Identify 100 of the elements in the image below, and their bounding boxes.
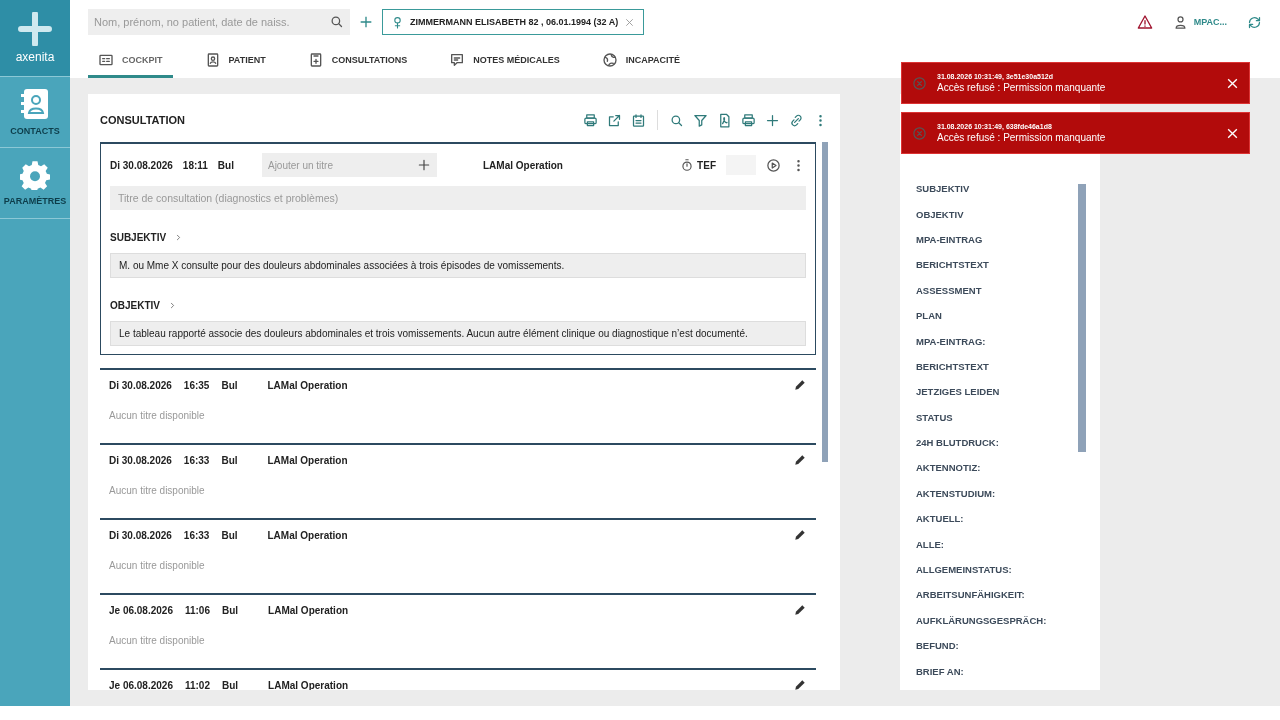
- section-heading[interactable]: OBJEKTIV: [110, 300, 160, 311]
- entry-time: 16:33: [183, 454, 210, 466]
- entry-author: Bul: [222, 604, 239, 616]
- settings-icon: [20, 160, 50, 190]
- entry-date: Je 06.08.2026: [109, 679, 173, 690]
- link-icon[interactable]: [789, 112, 804, 128]
- notification-message: Accès refusé : Permission manquante: [937, 82, 1107, 93]
- outline-item[interactable]: PLAN: [916, 302, 1078, 329]
- tab[interactable]: NOTES MÉDICALES: [439, 44, 570, 78]
- entry-date: Je 06.08.2026: [109, 604, 173, 616]
- outline-item[interactable]: ALLGEMEINSTATUS:: [916, 556, 1078, 583]
- title-field[interactable]: Ajouter un titre: [261, 153, 437, 177]
- outline-item[interactable]: STATUS: [916, 404, 1078, 430]
- outline-item[interactable]: BEFUND:: [916, 633, 1078, 659]
- outline-item[interactable]: ASSESSMENT: [916, 277, 1078, 303]
- error-icon: [912, 75, 927, 91]
- entry-author: Bul: [222, 679, 239, 690]
- stopwatch-icon: [680, 158, 695, 172]
- sidebar-item[interactable]: PARAMÈTRES: [3, 196, 67, 206]
- search-icon[interactable]: [329, 14, 344, 29]
- outline-item[interactable]: ALLE:: [916, 531, 1078, 557]
- entry-time: 18:11: [182, 159, 208, 171]
- outline-item[interactable]: BRIEF AN:: [916, 658, 1078, 684]
- entry-time: 16:33: [183, 529, 210, 541]
- outline-item[interactable]: AKTUELL:: [916, 506, 1078, 532]
- notification-message: Accès refusé : Permission manquante: [937, 132, 1107, 143]
- sidebar-item[interactable]: CONTACTS: [10, 126, 60, 136]
- tab[interactable]: CONSULTATIONS: [297, 44, 418, 78]
- entry-title: Aucun titre disponible: [109, 484, 205, 496]
- entry-author: Bul: [221, 454, 238, 466]
- close-button[interactable]: [1226, 126, 1239, 140]
- outline-item[interactable]: JETZIGES LEIDEN: [916, 379, 1078, 405]
- print-icon[interactable]: [583, 112, 598, 128]
- close-icon[interactable]: [624, 16, 636, 28]
- edit-icon[interactable]: [793, 528, 807, 542]
- tab[interactable]: COCKPIT: [88, 44, 173, 78]
- play-icon[interactable]: [766, 157, 781, 173]
- outline-item[interactable]: BERICHTSTEXT: [916, 353, 1078, 380]
- outline-item[interactable]: BERICHTSTEXT: [916, 252, 1078, 278]
- tab[interactable]: INCAPACITÉ: [591, 44, 691, 78]
- print-icon[interactable]: [741, 112, 756, 128]
- calendar-icon[interactable]: [631, 112, 646, 128]
- add-icon[interactable]: [765, 112, 780, 128]
- outline-item[interactable]: AUFKLÄRUNGSGESPRÄCH:: [916, 607, 1078, 634]
- entry-type: LAMal Operation: [482, 159, 564, 171]
- entry-title: Aucun titre disponible: [109, 559, 205, 571]
- entry-title: Aucun titre disponible: [109, 409, 205, 421]
- entry-time: 11:02: [184, 679, 210, 690]
- section-text[interactable]: Le tableau rapporté associe des douleurs abdominales et trois vomissements. Aucun autre élément clinique ou diagnostique n’est documenté.: [110, 321, 806, 346]
- tab[interactable]: PATIENT: [194, 44, 276, 78]
- pdf-icon[interactable]: [717, 112, 732, 128]
- entry-title: Aucun titre disponible: [109, 634, 205, 646]
- add-icon[interactable]: [416, 158, 431, 172]
- section-text[interactable]: M. ou Mme X consulte pour des douleurs abdominales associées à trois épisodes de vomissements.: [110, 253, 806, 278]
- edit-icon[interactable]: [793, 678, 807, 690]
- search-field[interactable]: Nom, prénom, no patient, date de naiss.: [88, 9, 350, 35]
- scrollbar-thumb[interactable]: [1078, 184, 1086, 452]
- entry-date: Di 30.08.2026: [109, 454, 172, 466]
- chevron-right-icon: [168, 301, 177, 310]
- filter-icon[interactable]: [693, 112, 708, 128]
- section-heading[interactable]: SUBJEKTIV: [110, 232, 167, 243]
- entry-date: Di 30.08.2026: [109, 529, 172, 541]
- outline-item[interactable]: MPA-EINTRAG:: [916, 328, 1078, 354]
- external-link-icon[interactable]: [607, 112, 622, 128]
- outline-item[interactable]: 24H BLUTDRUCK:: [916, 429, 1078, 456]
- close-button[interactable]: [1226, 76, 1239, 90]
- entry-author: Bul: [221, 529, 238, 541]
- outline-item[interactable]: OBJEKTIV: [916, 201, 1078, 227]
- error-icon: [912, 125, 927, 141]
- scrollbar-thumb[interactable]: [822, 142, 828, 462]
- warning-icon[interactable]: [1136, 14, 1153, 30]
- entry-time: 16:35: [183, 379, 210, 391]
- outline-item[interactable]: AKTENSTUDIUM:: [916, 480, 1078, 507]
- outline-item[interactable]: AKTENNOTIZ:: [916, 455, 1078, 481]
- entry-type: LAMal Operation: [267, 529, 349, 541]
- patient-chip[interactable]: ZIMMERMANN ELISABETH 82 , 06.01.1994 (32 A): [382, 9, 645, 35]
- logo-icon: [17, 12, 53, 46]
- address-book-icon: [20, 88, 50, 120]
- outline-item[interactable]: SUBJEKTIV: [916, 176, 1078, 202]
- entry-type: LAMal Operation: [268, 679, 350, 690]
- entry-author: Bul: [221, 379, 238, 391]
- entry-time: 11:06: [184, 604, 210, 616]
- entry-date: Di 30.08.2026: [109, 379, 172, 391]
- entry-date: Di 30.08.2026: [110, 159, 173, 171]
- user-name[interactable]: MPAC...: [1193, 17, 1227, 27]
- edit-icon[interactable]: [793, 378, 807, 392]
- globe-icon: [601, 51, 618, 68]
- entry-type: LAMal Operation: [267, 454, 349, 466]
- consultation-title-field[interactable]: Titre de consultation (diagnostics et problèmes): [110, 186, 806, 210]
- edit-icon[interactable]: [793, 603, 807, 617]
- outline-item[interactable]: MPA-EINTRAG: [916, 226, 1078, 253]
- edit-icon[interactable]: [793, 453, 807, 467]
- comment-icon: [449, 51, 466, 68]
- logo-text: axenita: [15, 50, 55, 64]
- entry-author: Bul: [217, 159, 234, 171]
- timer-label[interactable]: TEF: [697, 159, 716, 171]
- entry-type: LAMal Operation: [267, 379, 349, 391]
- add-button[interactable]: [358, 14, 374, 30]
- outline-item[interactable]: ARBEITSUNFÄHIGKEIT:: [916, 582, 1078, 608]
- sync-icon[interactable]: [1247, 14, 1262, 30]
